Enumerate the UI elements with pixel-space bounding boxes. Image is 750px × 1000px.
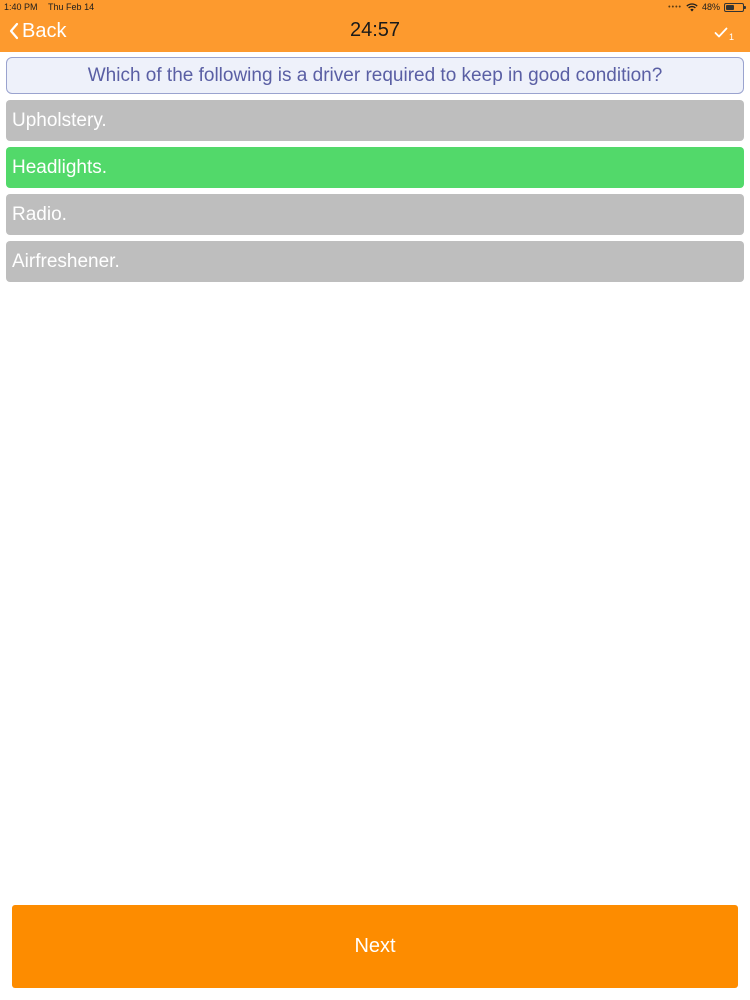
answer-label: Airfreshener. (12, 250, 120, 272)
answered-badge[interactable]: 1 (714, 25, 734, 43)
answer-option-4[interactable]: Airfreshener. (6, 241, 744, 282)
wifi-icon (686, 2, 698, 12)
status-date: Thu Feb 14 (48, 2, 95, 12)
question-box: Which of the following is a driver requi… (6, 57, 744, 94)
question-text: Which of the following is a driver requi… (87, 64, 663, 86)
next-button[interactable]: Next (12, 905, 738, 988)
answer-option-2[interactable]: Headlights. (6, 147, 744, 188)
status-bar-right: •••• 48% (668, 2, 746, 12)
status-bar-left: 1:40 PM Thu Feb 14 (4, 2, 94, 12)
battery-percent: 48% (701, 2, 720, 12)
answer-label: Headlights. (12, 156, 108, 178)
answered-count: 1 (728, 32, 734, 42)
signal-dots-icon: •••• (668, 3, 682, 11)
answer-option-3[interactable]: Radio. (6, 194, 744, 235)
next-label: Next (354, 935, 396, 957)
answer-label: Radio. (12, 203, 67, 225)
status-time: 1:40 PM (4, 2, 38, 12)
answer-option-1[interactable]: Upholstery. (6, 100, 744, 141)
checkmark-icon (714, 25, 728, 43)
top-bar: 1:40 PM Thu Feb 14 •••• 48% Back 24:57 1 (0, 0, 750, 52)
countdown-timer: 24:57 (349, 19, 401, 41)
battery-icon (724, 2, 746, 12)
answer-label: Upholstery. (12, 109, 107, 131)
